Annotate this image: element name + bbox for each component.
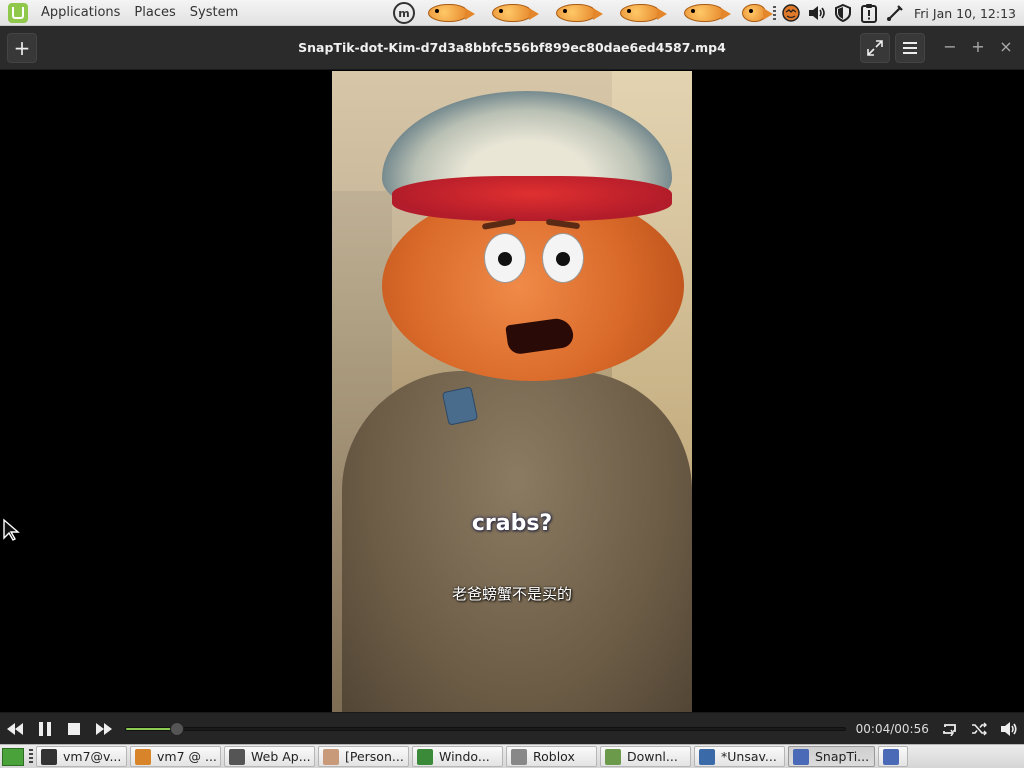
shuffle-button[interactable] bbox=[965, 714, 995, 744]
subtitle-chinese: 老爸螃蟹不是买的 bbox=[451, 585, 572, 603]
seek-handle[interactable] bbox=[169, 721, 184, 736]
clipboard-alert-icon[interactable] bbox=[858, 2, 880, 24]
folder-icon bbox=[605, 748, 621, 765]
task-list: vm7@v... vm7 @ ... Web Ap... [Person... … bbox=[36, 746, 911, 767]
window-titlebar[interactable]: + SnapTik-dot-Kim-d7d3a8bbfc556bf899ec80… bbox=[0, 26, 1024, 70]
task-button-web-app[interactable]: Web Ap... bbox=[224, 746, 315, 767]
task-button-person[interactable]: [Person... bbox=[318, 746, 409, 767]
volume-icon bbox=[1001, 721, 1017, 736]
volume-button[interactable] bbox=[994, 714, 1024, 744]
shield-icon[interactable] bbox=[832, 2, 854, 24]
video-player-icon bbox=[793, 748, 809, 765]
mint-menu-icon[interactable] bbox=[8, 2, 28, 23]
web-app-icon bbox=[229, 748, 245, 765]
terminal-icon bbox=[41, 748, 57, 765]
pause-icon bbox=[38, 721, 51, 736]
task-label: [Person... bbox=[345, 749, 404, 764]
fullscreen-button[interactable] bbox=[860, 33, 890, 63]
cartoon-hair bbox=[392, 176, 672, 221]
task-button-downloads[interactable]: Downl... bbox=[600, 746, 691, 767]
roblox-icon bbox=[511, 748, 527, 765]
fish-app-icon bbox=[135, 748, 151, 765]
menu-button[interactable] bbox=[895, 33, 925, 63]
task-button-windows[interactable]: Windo... bbox=[412, 746, 503, 767]
repeat-button[interactable] bbox=[935, 714, 965, 744]
close-button[interactable]: × bbox=[995, 36, 1017, 58]
clock[interactable]: Fri Jan 10, 12:13 bbox=[908, 6, 1024, 21]
show-desktop-button[interactable] bbox=[2, 747, 24, 766]
fish-applet-icon[interactable] bbox=[739, 1, 774, 25]
system-tray: m Fri Jan 10, 12:13 bbox=[389, 0, 1024, 26]
task-label: vm7@v... bbox=[63, 749, 122, 764]
menu-places[interactable]: Places bbox=[127, 0, 182, 26]
menu-system[interactable]: System bbox=[183, 0, 245, 26]
cartoon-eye bbox=[484, 233, 526, 283]
top-panel: Applications Places System m Fri Jan 10,… bbox=[0, 0, 1024, 26]
fish-applet-icon[interactable] bbox=[547, 1, 605, 25]
taskbar: vm7@v... vm7 @ ... Web Ap... [Person... … bbox=[0, 744, 1024, 768]
forward-button[interactable] bbox=[89, 714, 119, 744]
seek-bar[interactable] bbox=[124, 721, 846, 736]
video-person-jacket bbox=[342, 371, 692, 712]
window-icon bbox=[883, 748, 899, 765]
task-label: vm7 @ ... bbox=[157, 749, 217, 764]
minimize-button[interactable]: − bbox=[939, 36, 961, 58]
fast-forward-icon bbox=[95, 722, 112, 735]
task-label: Downl... bbox=[627, 749, 678, 764]
task-button-roblox[interactable]: Roblox bbox=[506, 746, 597, 767]
maximize-button[interactable]: + bbox=[967, 36, 989, 58]
task-button-text-editor[interactable]: *Unsav... bbox=[694, 746, 785, 767]
video-area[interactable]: crabs? 老爸螃蟹不是买的 bbox=[0, 71, 1024, 712]
subtitle-english: crabs? bbox=[471, 511, 553, 536]
rewind-icon bbox=[6, 722, 23, 735]
stop-icon bbox=[68, 722, 81, 735]
repeat-icon bbox=[942, 723, 956, 736]
pause-button[interactable] bbox=[30, 714, 60, 744]
hamburger-icon bbox=[903, 42, 917, 54]
task-label: Roblox bbox=[533, 749, 575, 764]
player-controls: 00:04/00:56 bbox=[0, 712, 1024, 744]
cartoon-eye bbox=[542, 233, 584, 283]
fish-applet-icon[interactable] bbox=[611, 1, 669, 25]
fish-applet-icon[interactable] bbox=[483, 1, 541, 25]
task-button-fish-app[interactable]: vm7 @ ... bbox=[130, 746, 221, 767]
task-label: SnapTi... bbox=[815, 749, 870, 764]
fish-app-tray-icon[interactable] bbox=[780, 2, 802, 24]
rewind-button[interactable] bbox=[0, 714, 30, 744]
task-label: Windo... bbox=[439, 749, 490, 764]
mouse-cursor-icon bbox=[3, 518, 20, 541]
volume-icon[interactable] bbox=[806, 2, 828, 24]
plus-icon: + bbox=[13, 36, 31, 60]
time-display: 00:04/00:56 bbox=[855, 721, 929, 736]
task-button-snaptik[interactable]: SnapTi... bbox=[788, 746, 875, 767]
add-button[interactable]: + bbox=[7, 33, 37, 63]
task-label: Web Ap... bbox=[251, 749, 311, 764]
mint-update-icon[interactable]: m bbox=[389, 1, 419, 25]
taskbar-separator bbox=[29, 748, 33, 765]
network-icon[interactable] bbox=[884, 2, 906, 24]
task-button-extra[interactable] bbox=[878, 746, 908, 767]
windows-icon bbox=[417, 748, 433, 765]
fish-applet-icon[interactable] bbox=[419, 1, 477, 25]
task-label: *Unsav... bbox=[721, 749, 777, 764]
expand-icon bbox=[867, 40, 883, 56]
video-frame[interactable]: crabs? 老爸螃蟹不是买的 bbox=[332, 71, 692, 712]
menu-applications[interactable]: Applications bbox=[34, 0, 127, 26]
tray-separator bbox=[773, 6, 777, 20]
text-editor-icon bbox=[699, 748, 715, 765]
task-button-terminal[interactable]: vm7@v... bbox=[36, 746, 127, 767]
person-icon bbox=[323, 748, 339, 765]
stop-button[interactable] bbox=[59, 714, 89, 744]
shuffle-icon bbox=[972, 722, 988, 735]
fish-applet-icon[interactable] bbox=[675, 1, 733, 25]
